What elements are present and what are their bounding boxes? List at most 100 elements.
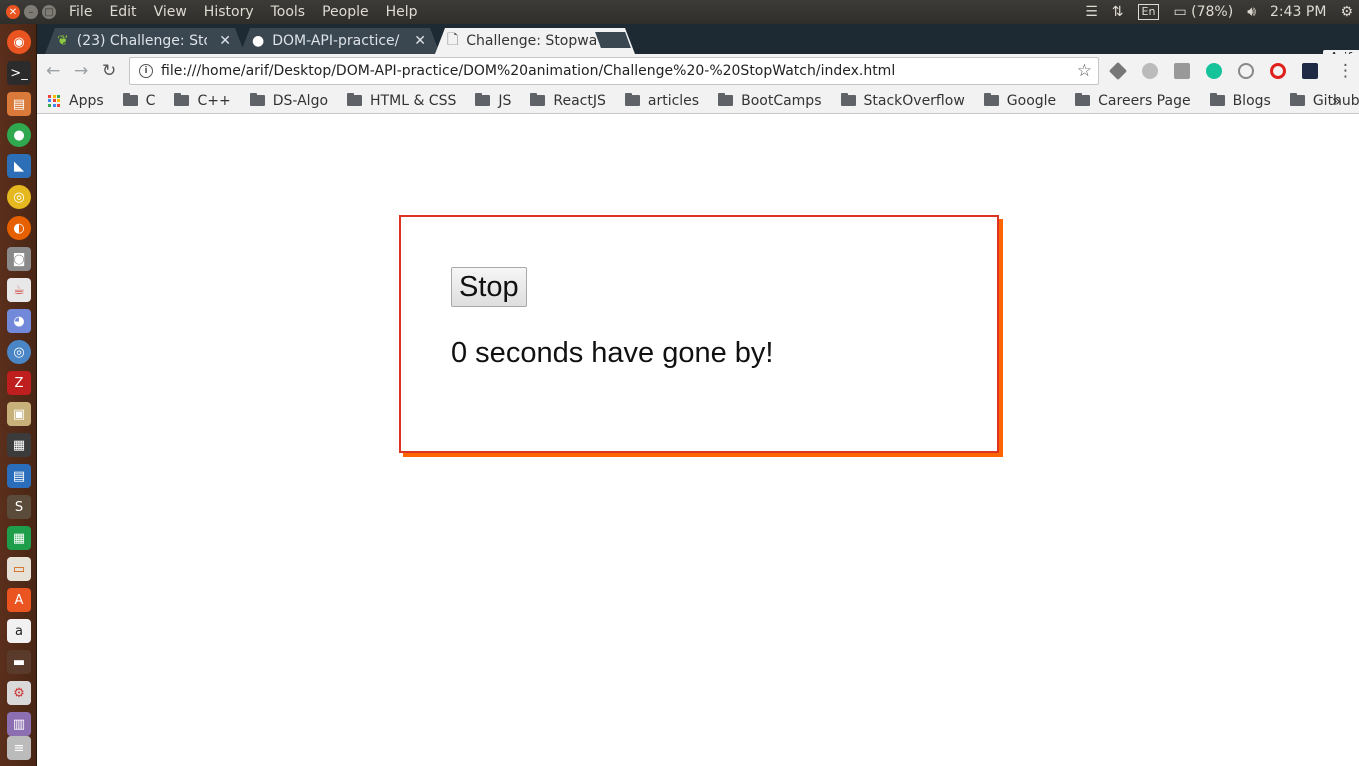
files-icon[interactable]: ▤: [7, 92, 31, 116]
bookmark-folder-c[interactable]: C: [122, 92, 156, 109]
bookmark-folder-ds-algo[interactable]: DS-Algo: [249, 92, 329, 109]
software-center-icon[interactable]: A: [7, 588, 31, 612]
github-icon: ●: [252, 33, 265, 49]
opera-icon[interactable]: [1270, 63, 1286, 79]
terminal-icon[interactable]: >_: [7, 61, 31, 85]
ubuntu-dash-icon[interactable]: ◉: [7, 30, 31, 54]
address-bar[interactable]: i file:///home/arif/Desktop/DOM-API-prac…: [129, 57, 1099, 85]
dev-extension-icon[interactable]: [1302, 63, 1318, 79]
menu-edit[interactable]: Edit: [109, 4, 136, 20]
bookmark-label: C: [145, 92, 156, 109]
trash-icon[interactable]: ≡: [7, 736, 31, 760]
bookmark-folder-bootcamps[interactable]: BootCamps: [718, 93, 822, 109]
window-close-icon[interactable]: ✕: [6, 5, 20, 19]
menu-file[interactable]: File: [69, 4, 92, 20]
system-settings-icon[interactable]: ⚙: [7, 681, 31, 705]
forward-icon[interactable]: →: [74, 61, 88, 81]
bookmark-label: JS: [498, 92, 512, 109]
menu-history[interactable]: History: [204, 4, 254, 20]
writer-icon[interactable]: ▤: [7, 464, 31, 488]
folder-icon: [249, 93, 265, 106]
tab-title: Challenge: Stopwat: [466, 33, 597, 49]
reload-icon[interactable]: ↻: [102, 61, 116, 81]
gem-extension-icon[interactable]: [1142, 63, 1158, 79]
close-tab-icon[interactable]: ✕: [219, 33, 231, 49]
filezilla-icon[interactable]: Z: [7, 371, 31, 395]
back-icon[interactable]: ←: [46, 61, 60, 81]
bookmark-folder-cpp[interactable]: C++: [174, 92, 231, 109]
settings-gear-icon[interactable]: ⚙: [1340, 4, 1353, 20]
bookmark-label: C++: [197, 92, 231, 109]
url-text: file:///home/arif/Desktop/DOM-API-practi…: [161, 63, 896, 79]
bookmark-folder-articles[interactable]: articles: [624, 93, 699, 109]
off-extension-icon[interactable]: [1174, 63, 1190, 79]
bookmark-folder-stackoverflow[interactable]: StackOverflow: [840, 92, 965, 109]
bookmark-label: ReactJS: [553, 92, 606, 109]
bookmark-star-icon[interactable]: ☆: [1077, 61, 1092, 81]
bookmark-folder-html-css[interactable]: HTML & CSS: [347, 93, 456, 109]
menu-people[interactable]: People: [322, 4, 369, 20]
stop-button[interactable]: Stop: [451, 267, 527, 307]
layers-extension-icon[interactable]: [1108, 61, 1128, 81]
bookmark-folder-google[interactable]: Google: [983, 92, 1057, 109]
tab-strip: ❦ (23) Challenge: Stop ✕ ● DOM-API-pract…: [37, 24, 1359, 67]
bookmark-label: Apps: [69, 92, 104, 109]
bookmark-folder-github[interactable]: Github: [1289, 93, 1359, 109]
folder-icon: [1075, 93, 1091, 106]
discord-icon[interactable]: ◕: [7, 309, 31, 333]
messaging-icon[interactable]: ☰: [1085, 4, 1098, 20]
chromium-icon[interactable]: ◎: [7, 340, 31, 364]
site-info-icon[interactable]: i: [139, 64, 153, 78]
network-icon[interactable]: ⇅: [1112, 4, 1124, 20]
apps-grid-icon: [48, 94, 60, 107]
vscode-icon[interactable]: ◣: [7, 154, 31, 178]
keyboard-layout[interactable]: En: [1137, 4, 1160, 20]
bookmark-label: Google: [1006, 92, 1057, 109]
bookmark-folder-careers-page[interactable]: Careers Page: [1075, 93, 1191, 109]
drive-icon[interactable]: ▬: [7, 650, 31, 674]
video-editor-icon[interactable]: ▦: [7, 433, 31, 457]
new-tab-button[interactable]: [595, 32, 631, 48]
elapsed-seconds-text: 0 seconds have gone by!: [451, 337, 774, 369]
chrome-menu-icon[interactable]: ⋮: [1337, 61, 1354, 81]
system-indicators: ☰ ⇅ En ▭ (78%) 🔊︎ 2:43 PM ⚙: [1085, 0, 1353, 24]
image-viewer-icon[interactable]: ▣: [7, 402, 31, 426]
launcher: ◉ >_ ▤ ● ◣ ◎ ◐ ◙ ☕ ◕ ◎ Z ▣ ▦ ▤ S ▦ ▭ A a…: [0, 24, 37, 766]
grammarly-icon[interactable]: [1206, 63, 1222, 79]
amazon-icon[interactable]: a: [7, 619, 31, 643]
volume-icon[interactable]: 🔊︎: [1247, 4, 1256, 20]
bookmark-apps[interactable]: Apps: [48, 93, 104, 109]
bookmark-label: DS-Algo: [272, 92, 329, 109]
chrome-icon[interactable]: ◎: [7, 185, 31, 209]
window-minimize-icon[interactable]: –: [24, 5, 38, 19]
camera-icon[interactable]: ◙: [7, 247, 31, 271]
menu-tools[interactable]: Tools: [271, 4, 306, 20]
calc-icon[interactable]: ▦: [7, 526, 31, 550]
window-maximize-icon[interactable]: □: [42, 5, 56, 19]
impress-icon[interactable]: ▭: [7, 557, 31, 581]
bookmark-label: Blogs: [1232, 92, 1271, 109]
app-menu-bar: File Edit View History Tools People Help: [69, 4, 435, 20]
folder-icon: [122, 93, 138, 106]
folder-icon: [174, 93, 190, 106]
menu-help[interactable]: Help: [386, 4, 418, 20]
java-icon[interactable]: ☕: [7, 278, 31, 302]
bookmark-folder-js[interactable]: JS: [475, 93, 511, 109]
workspace-icon[interactable]: ▥: [7, 712, 31, 736]
browser-icon[interactable]: ●: [7, 123, 31, 147]
bookmark-folder-blogs[interactable]: Blogs: [1209, 92, 1271, 109]
email-extension-icon[interactable]: [1238, 63, 1254, 79]
bookmark-folder-reactjs[interactable]: ReactJS: [530, 93, 606, 109]
menu-view[interactable]: View: [154, 4, 187, 20]
battery-indicator[interactable]: ▭ (78%): [1173, 4, 1233, 20]
sublime-icon[interactable]: S: [7, 495, 31, 519]
tab-challenge-stopwatch-notification[interactable]: ❦ (23) Challenge: Stop ✕: [45, 28, 245, 54]
firefox-icon[interactable]: ◐: [7, 216, 31, 240]
page-icon: 🗋: [447, 32, 459, 48]
clock[interactable]: 2:43 PM: [1270, 4, 1326, 20]
close-tab-icon[interactable]: ✕: [414, 33, 426, 49]
bookmark-label: StackOverflow: [863, 92, 965, 109]
tab-title: DOM-API-practice/: [272, 33, 400, 49]
more-bookmarks-chevron-icon[interactable]: »: [1332, 92, 1341, 110]
tab-github-repo[interactable]: ● DOM-API-practice/ ✕: [240, 28, 440, 54]
